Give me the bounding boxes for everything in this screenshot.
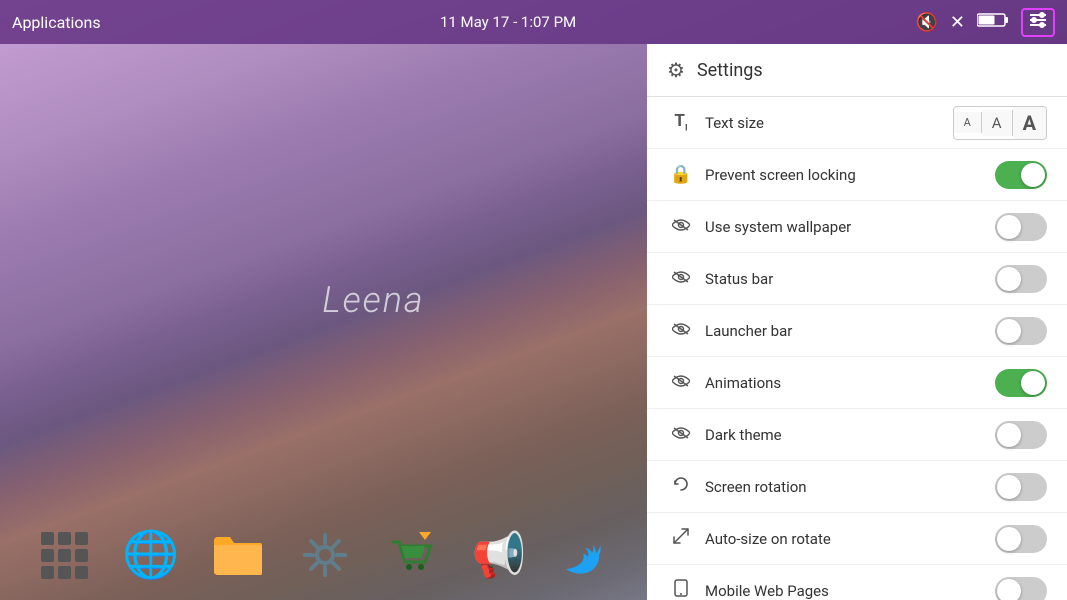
launcher-bar-toggle[interactable] xyxy=(995,317,1047,345)
wallpaper-text: Leena xyxy=(322,279,424,321)
text-size-small-button[interactable]: A xyxy=(954,112,982,133)
screen-rotation-label: Screen rotation xyxy=(705,478,995,496)
eye-icon-wallpaper xyxy=(667,216,695,237)
settings-item-launcher-bar: Launcher bar xyxy=(647,305,1067,357)
settings-item-text-size: TI Text size A A A xyxy=(647,97,1067,149)
use-system-wallpaper-toggle[interactable] xyxy=(995,213,1047,241)
dock-megaphone[interactable]: 📢 xyxy=(467,523,531,587)
battery-icon xyxy=(977,12,1009,33)
mobile-web-pages-label: Mobile Web Pages xyxy=(705,582,995,600)
settings-item-prevent-screen-locking: 🔒 Prevent screen locking xyxy=(647,149,1067,201)
rotation-icon xyxy=(667,475,695,498)
dock-twitter[interactable] xyxy=(554,523,618,587)
close-icon[interactable]: ✕ xyxy=(950,12,965,33)
auto-size-icon xyxy=(667,527,695,550)
status-bar-label: Status bar xyxy=(705,270,995,288)
apps-label: Applications xyxy=(12,13,101,32)
toggle-knob xyxy=(997,423,1021,447)
toggle-knob xyxy=(997,267,1021,291)
dark-theme-toggle[interactable] xyxy=(995,421,1047,449)
animations-label: Animations xyxy=(705,374,995,392)
settings-item-status-bar: Status bar xyxy=(647,253,1067,305)
settings-panel: ⚙ Settings TI Text size A A A 🔒 Prevent … xyxy=(647,44,1067,600)
animations-toggle[interactable] xyxy=(995,369,1047,397)
toggle-knob xyxy=(997,319,1021,343)
auto-size-rotate-toggle[interactable] xyxy=(995,525,1047,553)
settings-item-screen-rotation: Screen rotation xyxy=(647,461,1067,513)
settings-panel-toggle-button[interactable] xyxy=(1021,8,1055,37)
dock-browser[interactable]: 🌐 xyxy=(119,523,183,587)
dock-shopping[interactable] xyxy=(380,523,444,587)
toggle-knob xyxy=(997,475,1021,499)
text-size-large-button[interactable]: A xyxy=(1013,107,1046,139)
toggle-knob xyxy=(1021,371,1045,395)
auto-size-rotate-label: Auto-size on rotate xyxy=(705,530,995,548)
settings-item-dark-theme: Dark theme xyxy=(647,409,1067,461)
dock-folder[interactable] xyxy=(206,523,270,587)
volume-icon[interactable]: 🔇 xyxy=(915,12,937,33)
status-bar-toggle[interactable] xyxy=(995,265,1047,293)
toggle-knob xyxy=(997,215,1021,239)
screen-rotation-toggle[interactable] xyxy=(995,473,1047,501)
mobile-web-pages-toggle[interactable] xyxy=(995,577,1047,600)
use-system-wallpaper-label: Use system wallpaper xyxy=(705,218,995,236)
dock: 🌐 📢 xyxy=(0,510,650,600)
toggle-knob xyxy=(997,579,1021,600)
eye-icon-animations xyxy=(667,372,695,393)
text-size-icon: TI xyxy=(667,111,695,133)
text-size-medium-button[interactable]: A xyxy=(982,110,1013,136)
eye-icon-launcher-bar xyxy=(667,320,695,341)
settings-item-auto-size-rotate: Auto-size on rotate xyxy=(647,513,1067,565)
settings-gear-icon: ⚙ xyxy=(667,58,685,82)
prevent-screen-locking-label: Prevent screen locking xyxy=(705,166,995,184)
prevent-screen-locking-toggle[interactable] xyxy=(995,161,1047,189)
lock-icon: 🔒 xyxy=(667,164,695,185)
topbar-icons: 🔇 ✕ xyxy=(915,8,1055,37)
settings-item-use-system-wallpaper: Use system wallpaper xyxy=(647,201,1067,253)
eye-icon-dark-theme xyxy=(667,424,695,445)
datetime-label: 11 May 17 - 1:07 PM xyxy=(101,13,916,31)
text-size-control[interactable]: A A A xyxy=(953,106,1047,140)
settings-item-mobile-web-pages: Mobile Web Pages xyxy=(647,565,1067,600)
mobile-icon xyxy=(667,579,695,600)
toggle-knob xyxy=(1021,163,1045,187)
settings-item-animations: Animations xyxy=(647,357,1067,409)
launcher-bar-label: Launcher bar xyxy=(705,322,995,340)
settings-header: ⚙ Settings xyxy=(647,44,1067,97)
toggle-knob xyxy=(997,527,1021,551)
text-size-label: Text size xyxy=(705,114,953,132)
eye-icon-status-bar xyxy=(667,268,695,289)
top-bar: Applications 11 May 17 - 1:07 PM 🔇 ✕ xyxy=(0,0,1067,44)
settings-title: Settings xyxy=(697,60,763,81)
dock-apps-grid[interactable] xyxy=(32,523,96,587)
dark-theme-label: Dark theme xyxy=(705,426,995,444)
dock-settings[interactable] xyxy=(293,523,357,587)
